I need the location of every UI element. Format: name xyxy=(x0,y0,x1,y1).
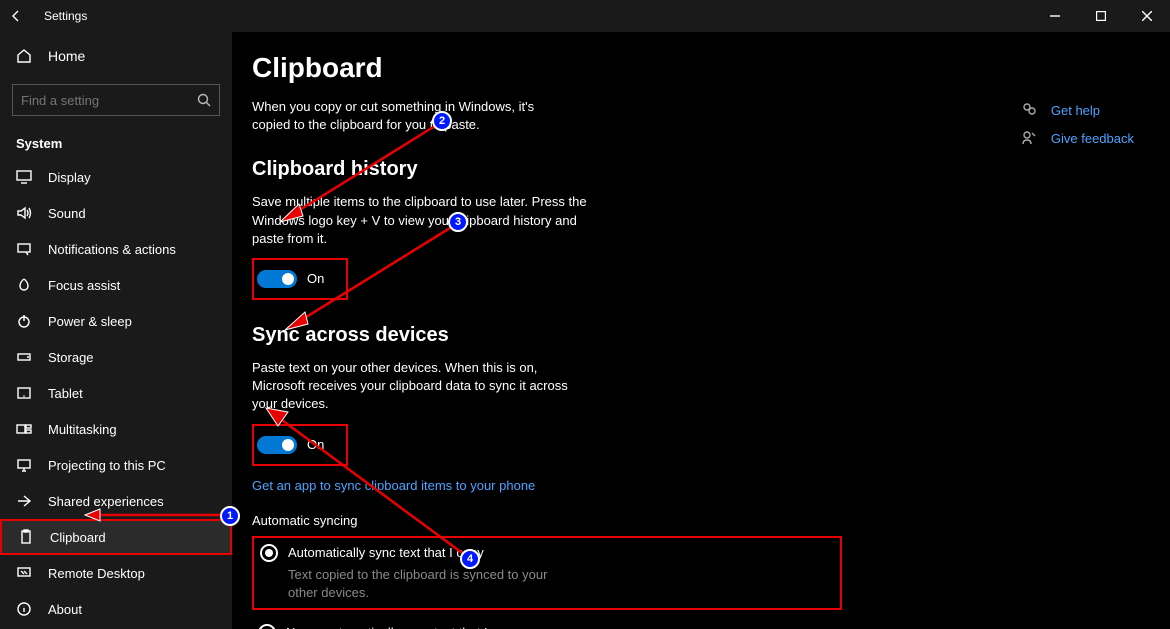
sidebar-item-display[interactable]: Display xyxy=(0,159,232,195)
help-icon xyxy=(1021,102,1037,118)
sidebar-item-multitasking[interactable]: Multitasking xyxy=(0,411,232,447)
home-label: Home xyxy=(48,48,85,64)
history-desc: Save multiple items to the clipboard to … xyxy=(252,193,592,248)
sidebar-item-label: Shared experiences xyxy=(48,494,164,509)
close-button[interactable] xyxy=(1124,0,1170,32)
annotation-marker: 4 xyxy=(460,549,480,569)
notifications-icon xyxy=(16,241,32,257)
search-input[interactable] xyxy=(12,84,220,116)
history-heading: Clipboard history xyxy=(252,158,842,181)
minimize-button[interactable] xyxy=(1032,0,1078,32)
page-title: Clipboard xyxy=(252,52,842,84)
auto-sync-label: Automatic syncing xyxy=(252,513,842,528)
sidebar-item-clipboard[interactable]: Clipboard xyxy=(0,519,232,555)
radio-icon xyxy=(260,544,278,562)
home-icon xyxy=(16,48,32,64)
app-title: Settings xyxy=(44,9,87,23)
sidebar-item-label: Sound xyxy=(48,206,86,221)
give-feedback-link[interactable]: Give feedback xyxy=(1021,130,1134,146)
remote-icon xyxy=(16,565,32,581)
sidebar-item-about[interactable]: About xyxy=(0,591,232,627)
radio-never-sync[interactable]: Never automatically sync text that I cop… xyxy=(252,618,842,629)
feedback-icon xyxy=(1021,130,1037,146)
sidebar-item-label: Focus assist xyxy=(48,278,120,293)
sidebar-item-label: Clipboard xyxy=(50,530,106,545)
radio-label: Never automatically sync text that I cop… xyxy=(286,625,519,629)
sidebar-item-sound[interactable]: Sound xyxy=(0,195,232,231)
category-label: System xyxy=(0,124,232,159)
shared-icon xyxy=(16,493,32,509)
sidebar-item-shared[interactable]: Shared experiences xyxy=(0,483,232,519)
back-button[interactable] xyxy=(0,0,32,32)
sidebar-item-label: Multitasking xyxy=(48,422,117,437)
annotation-marker: 2 xyxy=(432,111,452,131)
about-icon xyxy=(16,601,32,617)
get-help-link[interactable]: Get help xyxy=(1021,102,1134,118)
tablet-icon xyxy=(16,385,32,401)
history-toggle[interactable] xyxy=(257,270,297,288)
power-icon xyxy=(16,313,32,329)
storage-icon xyxy=(16,349,32,365)
sidebar-item-label: Projecting to this PC xyxy=(48,458,166,473)
focus-assist-icon xyxy=(16,277,32,293)
sound-icon xyxy=(16,205,32,221)
sidebar-item-notifications[interactable]: Notifications & actions xyxy=(0,231,232,267)
sidebar-item-storage[interactable]: Storage xyxy=(0,339,232,375)
sidebar-item-label: About xyxy=(48,602,82,617)
radio-desc: Text copied to the clipboard is synced t… xyxy=(288,566,578,602)
page-intro: When you copy or cut something in Window… xyxy=(252,98,572,134)
annotation-marker: 3 xyxy=(448,212,468,232)
sidebar-item-focus-assist[interactable]: Focus assist xyxy=(0,267,232,303)
sidebar-item-label: Notifications & actions xyxy=(48,242,176,257)
sidebar-item-power[interactable]: Power & sleep xyxy=(0,303,232,339)
projecting-icon xyxy=(16,457,32,473)
home-link[interactable]: Home xyxy=(0,36,232,76)
sidebar-item-label: Storage xyxy=(48,350,94,365)
annotation-marker: 1 xyxy=(220,506,240,526)
sidebar-item-tablet[interactable]: Tablet xyxy=(0,375,232,411)
sidebar-item-label: Remote Desktop xyxy=(48,566,145,581)
radio-label: Automatically sync text that I copy xyxy=(288,545,484,560)
clipboard-icon xyxy=(18,529,34,545)
sidebar-item-remote[interactable]: Remote Desktop xyxy=(0,555,232,591)
sync-desc: Paste text on your other devices. When t… xyxy=(252,359,592,414)
sync-app-link[interactable]: Get an app to sync clipboard items to yo… xyxy=(252,478,535,493)
sidebar-item-projecting[interactable]: Projecting to this PC xyxy=(0,447,232,483)
search-icon xyxy=(197,93,211,107)
sidebar-item-label: Power & sleep xyxy=(48,314,132,329)
radio-icon xyxy=(258,624,276,629)
sync-toggle[interactable] xyxy=(257,436,297,454)
sidebar-item-label: Tablet xyxy=(48,386,83,401)
sidebar-item-label: Display xyxy=(48,170,91,185)
radio-auto-sync[interactable]: Automatically sync text that I copy Text… xyxy=(252,536,842,610)
sync-heading: Sync across devices xyxy=(252,324,842,347)
maximize-button[interactable] xyxy=(1078,0,1124,32)
sidebar: Home System Display Sound Notifications … xyxy=(0,32,232,629)
sync-toggle-state: On xyxy=(307,437,324,452)
multitasking-icon xyxy=(16,421,32,437)
history-toggle-state: On xyxy=(307,271,324,286)
display-icon xyxy=(16,169,32,185)
